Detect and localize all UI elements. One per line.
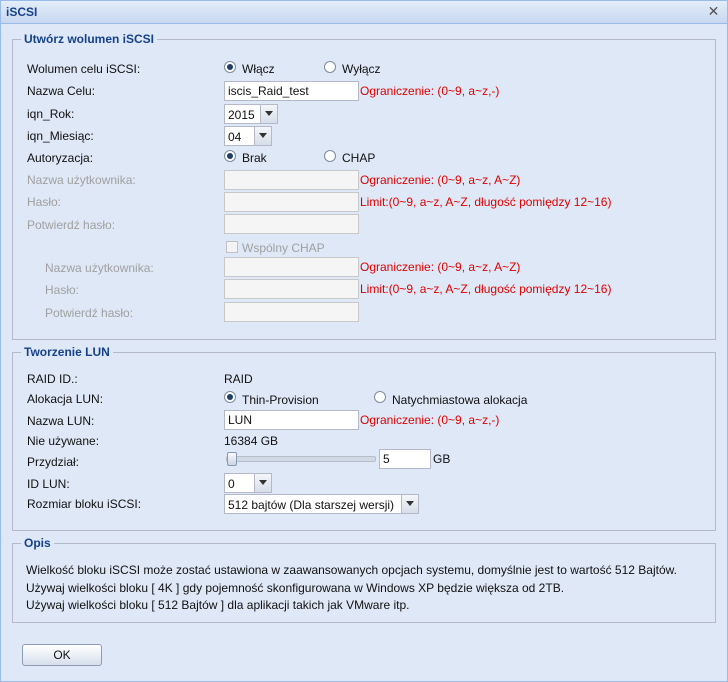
chevron-down-icon[interactable]: [260, 105, 277, 123]
description-line: Używaj wielkości bloku [ 4K ] gdy pojemn…: [26, 581, 565, 595]
target-name-input[interactable]: [224, 81, 359, 101]
unused-label: Nie używane:: [27, 434, 100, 448]
chevron-down-icon[interactable]: [401, 495, 418, 513]
lun-id-label: ID LUN:: [27, 477, 70, 491]
target-name-hint: Ograniczenie: (0~9, a~z,-): [360, 84, 500, 98]
dialog-titlebar[interactable]: iSCSI ✕: [1, 1, 727, 24]
mutual-username-label: Nazwa użytkownika:: [45, 261, 154, 275]
iqn-month-label: iqn_Miesiąc:: [27, 129, 94, 143]
auth-chap-label[interactable]: CHAP: [342, 151, 375, 165]
lun-id-value: 0: [228, 477, 235, 491]
description-section-legend: Opis: [24, 536, 51, 550]
unused-value: 16384 GB: [224, 434, 279, 448]
block-size-value: 512 bajtów (Dla starszej wersji): [228, 498, 395, 512]
block-size-select[interactable]: 512 bajtów (Dla starszej wersji): [224, 494, 419, 514]
allocation-thin-label[interactable]: Thin-Provision: [242, 393, 319, 407]
allocation-label: Alokacja LUN:: [27, 392, 104, 406]
raid-id-value: RAID: [224, 372, 253, 386]
confirm-password-label: Potwierdź hasło:: [27, 218, 116, 232]
target-volume-on-radio[interactable]: [224, 61, 236, 73]
username-input[interactable]: [224, 170, 359, 190]
auth-label: Autoryzacja:: [27, 151, 94, 165]
mutual-username-input[interactable]: [224, 257, 359, 277]
block-size-label: Rozmiar bloku iSCSI:: [27, 497, 142, 511]
iqn-year-value: 2015: [228, 108, 255, 122]
mutual-confirm-password-label: Potwierdź hasło:: [45, 306, 134, 320]
allocation-instant-radio[interactable]: [374, 391, 386, 403]
iqn-month-value: 04: [228, 130, 242, 144]
allocation-instant-label[interactable]: Natychmiastowa alokacja: [392, 393, 527, 407]
target-name-label: Nazwa Celu:: [27, 84, 96, 98]
target-section-legend: Utwórz wolumen iSCSI: [24, 32, 155, 46]
allocation-size-slider-thumb[interactable]: [227, 452, 237, 466]
lun-name-label: Nazwa LUN:: [27, 414, 95, 428]
mutual-password-input[interactable]: [224, 279, 359, 299]
ok-button[interactable]: OK: [22, 644, 102, 666]
mutual-confirm-password-input[interactable]: [224, 302, 359, 322]
auth-chap-radio[interactable]: [324, 150, 336, 162]
mutual-chap-label: Wspólny CHAP: [242, 241, 325, 255]
mutual-password-hint: Limit:(0~9, a~z, A~Z, długość pomiędzy 1…: [360, 282, 612, 296]
mutual-username-hint: Ograniczenie: (0~9, a~z, A~Z): [360, 260, 521, 274]
raid-id-label: RAID ID.:: [27, 372, 78, 386]
auth-none-label[interactable]: Brak: [242, 151, 267, 165]
mutual-password-label: Hasło:: [45, 283, 80, 297]
iscsi-dialog: iSCSI ✕ Utwórz wolumen iSCSI Wolumen cel…: [0, 0, 728, 682]
auth-none-radio[interactable]: [224, 150, 236, 162]
allocation-size-unit: GB: [433, 452, 451, 466]
description-line: Używaj wielkości bloku [ 512 Bajtów ] dl…: [26, 598, 410, 612]
password-input[interactable]: [224, 192, 359, 212]
dialog-body: Utwórz wolumen iSCSI Wolumen celu iSCSI:…: [2, 24, 726, 680]
lun-id-select[interactable]: 0: [224, 473, 272, 493]
mutual-chap-checkbox[interactable]: [226, 241, 238, 253]
password-hint: Limit:(0~9, a~z, A~Z, długość pomiędzy 1…: [360, 195, 612, 209]
allocation-size-input[interactable]: [379, 449, 431, 469]
target-volume-label: Wolumen celu iSCSI:: [27, 62, 141, 76]
target-volume-off-label[interactable]: Wyłącz: [342, 62, 381, 76]
username-hint: Ograniczenie: (0~9, a~z, A~Z): [360, 173, 521, 187]
chevron-down-icon[interactable]: [254, 474, 271, 492]
iqn-year-label: iqn_Rok:: [27, 107, 75, 121]
dialog-title: iSCSI: [6, 5, 38, 19]
close-icon[interactable]: ✕: [706, 4, 721, 19]
allocation-size-label: Przydział:: [27, 455, 80, 469]
iqn-year-select[interactable]: 2015: [224, 104, 278, 124]
lun-section-legend: Tworzenie LUN: [24, 345, 110, 359]
target-volume-off-radio[interactable]: [324, 61, 336, 73]
allocation-size-slider[interactable]: [226, 456, 376, 462]
iqn-month-select[interactable]: 04: [224, 126, 272, 146]
lun-name-input[interactable]: [224, 410, 359, 430]
description-line: Wielkość bloku iSCSI może zostać ustawio…: [26, 563, 677, 577]
username-label: Nazwa użytkownika:: [27, 173, 136, 187]
target-volume-on-label[interactable]: Włącz: [242, 62, 275, 76]
lun-name-hint: Ograniczenie: (0~9, a~z,-): [360, 413, 500, 427]
password-label: Hasło:: [27, 195, 62, 209]
chevron-down-icon[interactable]: [254, 127, 271, 145]
allocation-thin-radio[interactable]: [224, 391, 236, 403]
confirm-password-input[interactable]: [224, 214, 359, 234]
